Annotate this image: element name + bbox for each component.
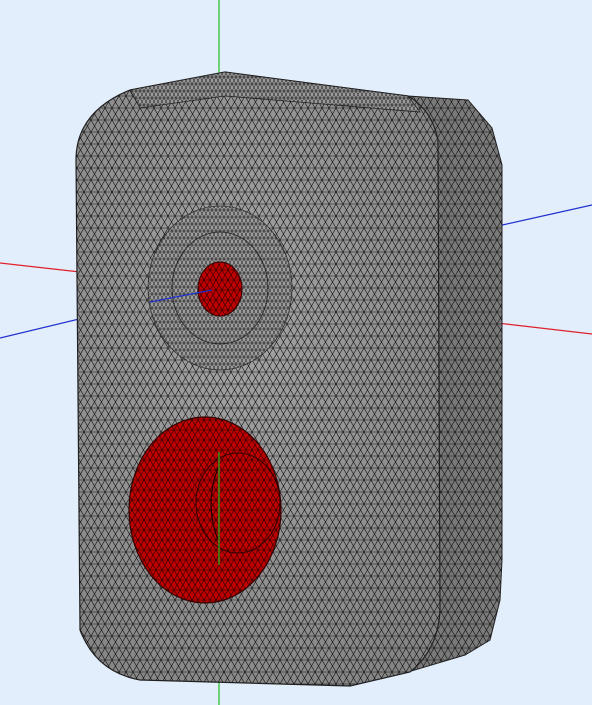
woofer-dust-cap-mesh	[196, 453, 280, 553]
x-axis-line	[0, 262, 81, 273]
3d-viewport[interactable]	[0, 0, 592, 705]
model-front-mesh	[76, 72, 440, 686]
tweeter-dome-mesh	[198, 262, 242, 316]
z-axis-line	[497, 204, 592, 227]
